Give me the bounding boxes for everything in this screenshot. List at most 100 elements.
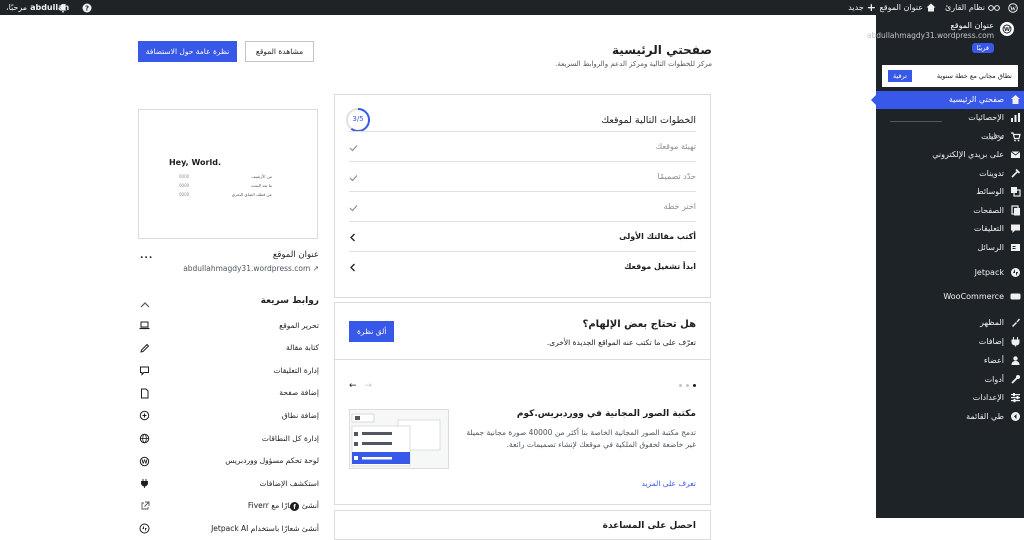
quick-link-label: استكشف الإضافات — [259, 478, 319, 488]
pin-icon — [1010, 168, 1021, 179]
help-title: احصل على المساعدة — [602, 521, 696, 531]
sidebar-item-10[interactable]: Jetpack — [876, 264, 1024, 282]
quick-link[interactable]: استكشف الإضافات — [139, 475, 319, 491]
sidebar-item-label: التعليقات — [973, 224, 1004, 233]
woo-icon — [1010, 291, 1021, 302]
quick-link[interactable]: أنشئ شعارًا مع Fiverrf — [139, 498, 319, 514]
tools-icon — [1010, 374, 1021, 385]
quick-link[interactable]: كتابة مقالة — [139, 340, 319, 356]
sidebar-item-7[interactable]: الصفحات — [876, 202, 1024, 220]
wordpress-logo-icon[interactable]: W — [1008, 0, 1018, 15]
sidebar-item-2[interactable]: الإحصائيات — [876, 109, 1024, 127]
fiverr-icon: f — [289, 501, 300, 512]
sidebar-item-label: الإحصائيات — [968, 113, 1004, 122]
username: abdullah — [30, 3, 70, 12]
sidebar-item-label: WooCommerce — [943, 292, 1004, 301]
external-link-icon: ↗ — [312, 264, 319, 273]
quick-link[interactable]: إضافة صفحة — [139, 385, 319, 401]
sidebar-item-16[interactable]: الإعدادات — [876, 389, 1024, 407]
quick-link-label: كتابة مقالة — [285, 343, 319, 353]
sidebar-item-label: على بريدي الإلكتروني — [932, 150, 1004, 159]
upgrade-button[interactable]: ترقية — [888, 70, 912, 82]
next-steps-title: الخطوات التالية لموقعك — [601, 115, 696, 126]
inspiration-desc: تعرّف على ما تكتب عنه المواقع الجديدة ال… — [546, 338, 696, 347]
site-title-label: عنوان الموقع — [879, 3, 923, 12]
preview-line: ما بعد البحث — [250, 183, 272, 188]
sidebar-item-15[interactable]: أدوات — [876, 371, 1024, 389]
quick-link[interactable]: لوحة تحكم مسؤول ووردبريس W — [139, 453, 319, 469]
site-preview[interactable]: Hey, World. من الأرشيف ما بعد البحث عن ق… — [138, 109, 318, 239]
quick-link[interactable]: إضافة نطاق — [139, 407, 319, 423]
sidebar-item-9[interactable]: الرسائل — [876, 239, 1024, 257]
media-library-illustration — [349, 409, 449, 469]
help-icon[interactable]: ? — [82, 0, 92, 15]
sidebar-item-3[interactable]: ترقيات مجاني — [876, 128, 1024, 146]
next-step-row[interactable]: ابدأ تشغيل موقعك — [349, 251, 696, 281]
sidebar-item-label: إضافات — [978, 337, 1004, 346]
sidebar-item-label: الوسائط — [976, 187, 1004, 196]
quick-link-label: إدارة كل النطاقات — [261, 433, 319, 443]
site-title-link[interactable]: عنوان الموقع — [880, 0, 936, 15]
next-step-row[interactable]: حدّد تصميمًا — [349, 161, 696, 191]
wordpress-icon: W — [139, 456, 150, 467]
more-options-button[interactable]: ... — [140, 251, 153, 261]
chevron-up-icon[interactable] — [140, 293, 150, 312]
reader-label: نظام القارئ — [945, 3, 985, 12]
hosting-overview-button[interactable]: نظرة عامة حول الاستضافة — [138, 41, 237, 62]
checkmark-icon — [349, 167, 358, 186]
next-steps-card: 3/5 الخطوات التالية لموقعك تهيئة موقعك حد… — [334, 94, 711, 298]
new-content-button[interactable]: + جديد — [848, 0, 876, 15]
quick-link[interactable]: إدارة كل النطاقات — [139, 430, 319, 446]
sidebar-item-17[interactable]: طي القائمة — [876, 408, 1024, 426]
progress-label: 3/5 — [352, 115, 364, 123]
sidebar-item-label: صفحتي الرئيسية — [948, 95, 1004, 104]
quick-link-label: أنشئ شعارًا مع Fiverr — [247, 501, 319, 511]
chevron-left-icon — [349, 257, 356, 276]
page-icon — [139, 388, 150, 399]
sidebar-item-13[interactable]: إضافات — [876, 333, 1024, 351]
take-a-look-button[interactable]: ألق نظرة — [349, 321, 395, 342]
sidebar-item-11[interactable]: WooCommerce — [876, 288, 1024, 306]
plan-upsell-banner[interactable]: نطاق مجاني مع خطة سنوية ترقية — [882, 65, 1018, 87]
photo-library-desc: تدمج مكتبة الصور المجانية الخاصة بنا أكث… — [466, 428, 696, 449]
chevron-left-icon — [349, 227, 356, 246]
users-icon — [1010, 355, 1021, 366]
quick-link-label: لوحة تحكم مسؤول ووردبريس — [225, 456, 319, 466]
quick-link[interactable]: إدارة التعليقات — [139, 362, 319, 378]
comment-icon — [139, 365, 150, 376]
svg-text:W: W — [1010, 6, 1016, 12]
media-icon — [1010, 186, 1021, 197]
view-site-button[interactable]: مشاهدة الموقع — [245, 41, 314, 62]
svg-text:W: W — [141, 459, 147, 465]
next-step-row[interactable]: أكتب مقالتك الأولى — [349, 221, 696, 251]
sidebar-item-4[interactable]: على بريدي الإلكتروني — [876, 146, 1024, 164]
site-switcher[interactable]: W عنوان الموقع abdullahmagdy31.wordpress… — [867, 19, 1014, 55]
site-url-link[interactable]: abdullahmagdy31.wordpress.com ↗ — [183, 264, 319, 273]
settings-icon — [1010, 392, 1021, 403]
plugins-icon — [1010, 336, 1021, 347]
learn-more-link[interactable]: تعرف على المزيد — [642, 479, 696, 488]
quick-links-title: روابط سريعة — [260, 296, 319, 306]
checkmark-icon — [349, 197, 358, 216]
greeting: مرحبًا، — [6, 3, 28, 12]
sidebar-item-8[interactable]: التعليقات — [876, 220, 1024, 238]
quick-link[interactable]: تحرير الموقع — [139, 317, 319, 333]
next-step-row[interactable]: اختر خطة — [349, 191, 696, 221]
next-step-row[interactable]: تهيئة موقعك — [349, 131, 696, 161]
sidebar-item-1[interactable]: صفحتي الرئيسية — [871, 91, 1024, 109]
next-step-label: ابدأ تشغيل موقعك — [624, 262, 696, 271]
sidebar-item-5[interactable]: تدوينات — [876, 165, 1024, 183]
reader-link[interactable]: نظام القارئ — [945, 0, 1000, 15]
sidebar-item-12[interactable]: المظهر — [876, 314, 1024, 332]
user-account[interactable]: abdullah مرحبًا، — [6, 0, 69, 15]
new-label: جديد — [848, 3, 864, 12]
collapse-icon — [1010, 411, 1021, 422]
sidebar-item-6[interactable]: الوسائط — [876, 183, 1024, 201]
plug-icon — [139, 478, 150, 489]
jetpack-icon — [1010, 267, 1021, 278]
quick-link-label: تحرير الموقع — [279, 320, 319, 330]
quick-link[interactable]: أنشئ شعارًا باستخدام Jetpack AI — [139, 520, 319, 536]
admin-bar: W نظام القارئ عنوان الموقع + جديد ? abdu… — [0, 0, 1024, 15]
sidebar-item-label: المظهر — [980, 318, 1004, 327]
sidebar-item-14[interactable]: أعضاء — [876, 352, 1024, 370]
